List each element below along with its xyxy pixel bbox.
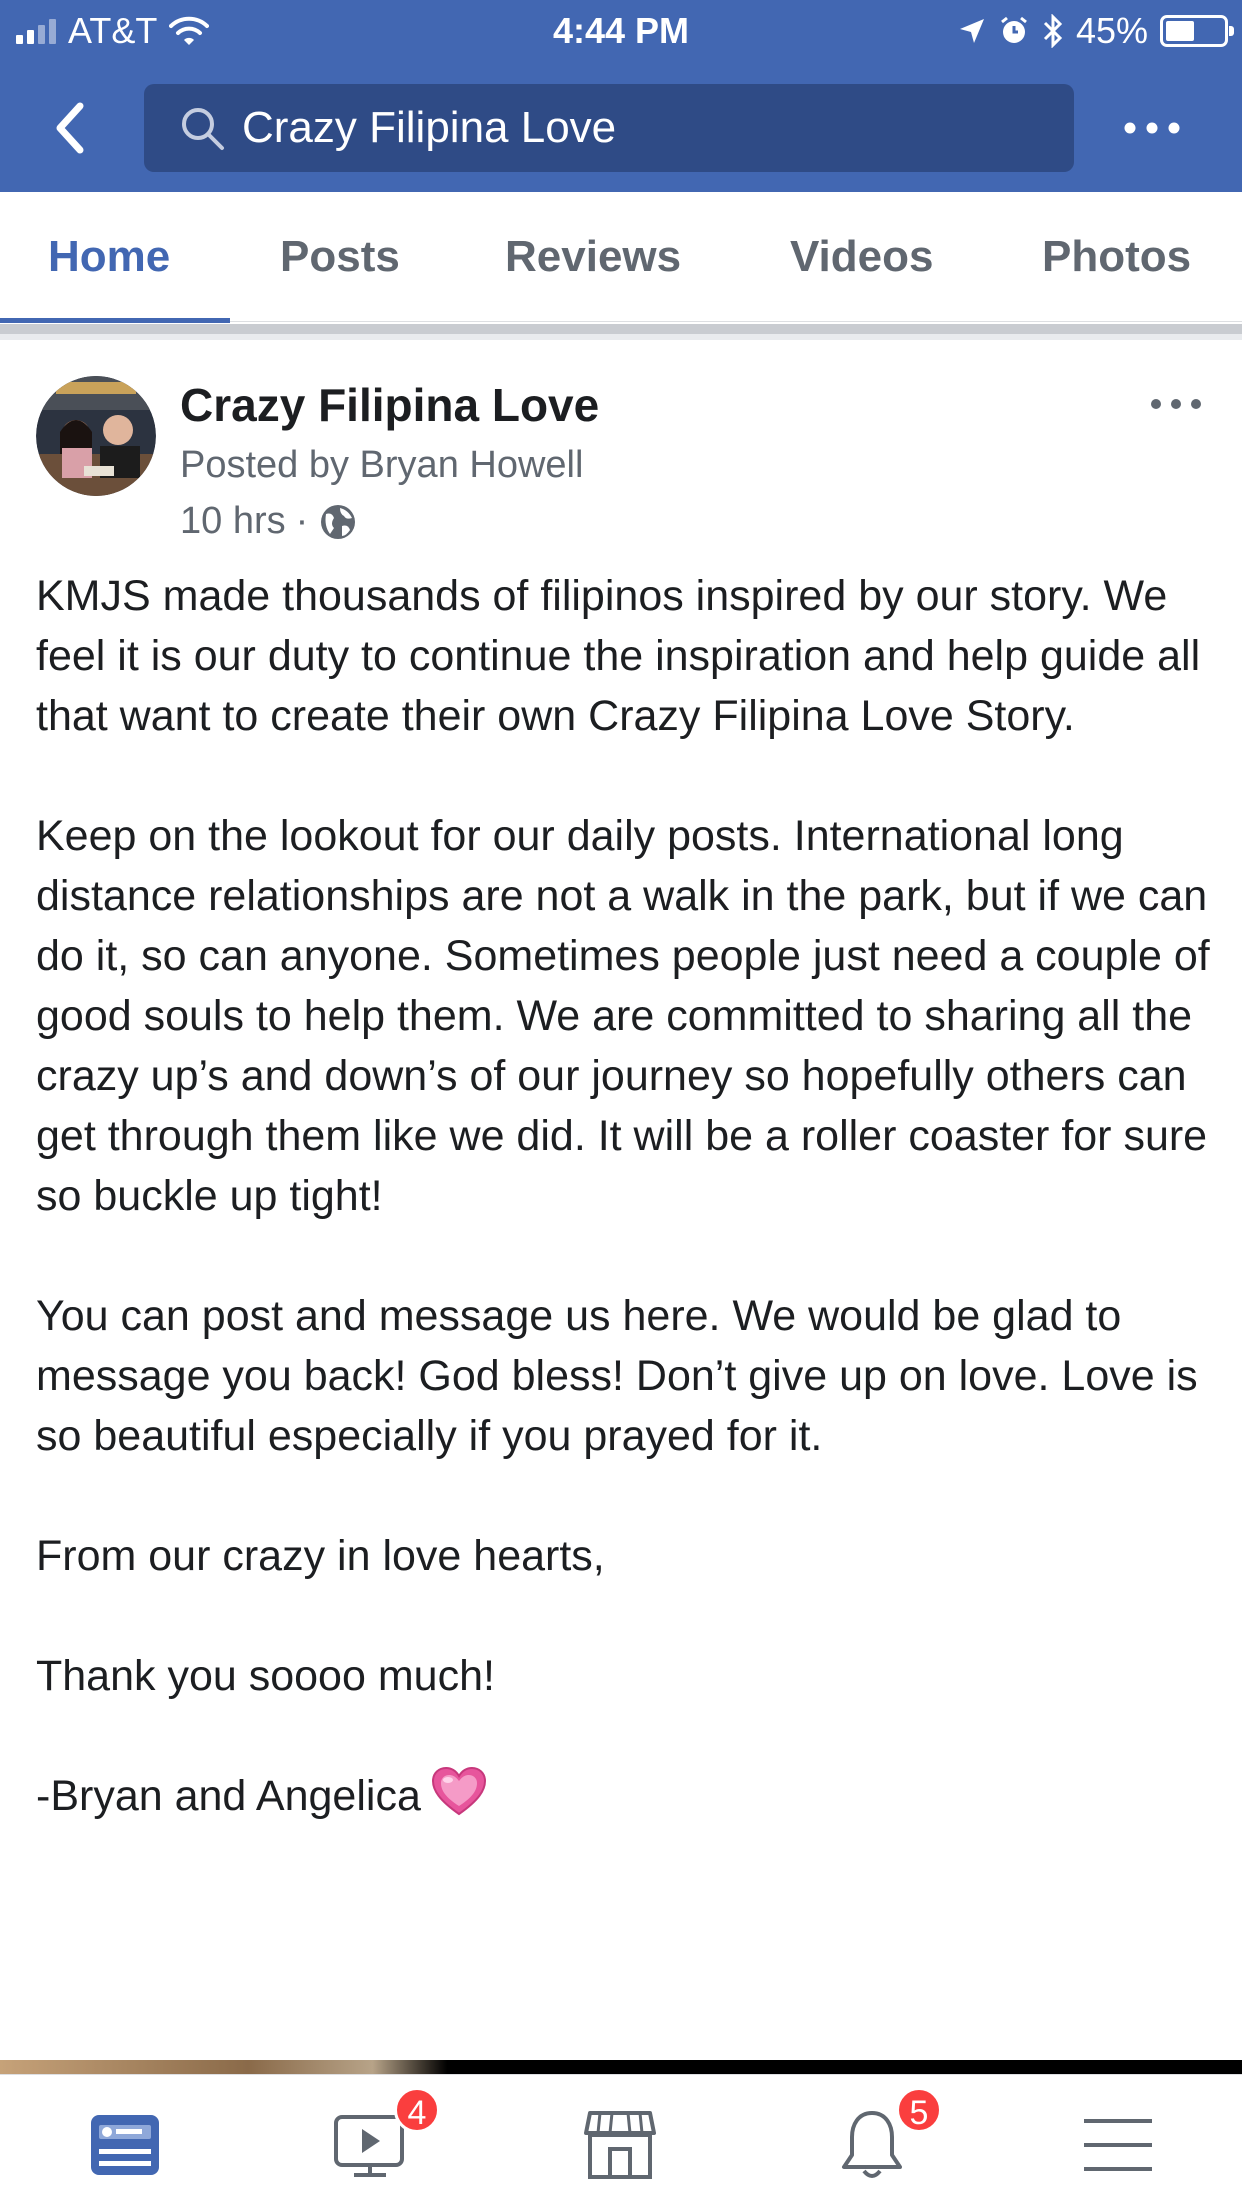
globe-icon (321, 504, 356, 539)
search-bar[interactable]: Crazy Filipina Love (144, 84, 1074, 172)
meta-separator: · (295, 500, 309, 542)
post-meta: 10 hrs · (180, 500, 358, 543)
post-signature: -Bryan and Angelica (36, 1766, 1216, 1826)
nav-notifications[interactable]: 5 (832, 2087, 942, 2185)
avatar[interactable] (36, 376, 156, 496)
post-card: Crazy Filipina Love Posted by Bryan Howe… (0, 340, 1242, 2060)
tab-reviews[interactable]: Reviews (505, 232, 681, 282)
tab-photos[interactable]: Photos (1042, 232, 1191, 282)
tab-videos[interactable]: Videos (790, 232, 933, 282)
nav-news-feed[interactable] (85, 2105, 165, 2185)
post-time[interactable]: 10 hrs (180, 500, 286, 543)
marketplace-icon (584, 2111, 656, 2179)
nav-row: Crazy Filipina Love (0, 78, 1242, 178)
pink-heart-emoji-icon (431, 1766, 486, 1816)
bottom-nav: 4 5 (0, 2074, 1242, 2208)
menu-icon (1084, 2119, 1152, 2171)
page-tabs: Home Posts Reviews Videos Photos (0, 192, 1242, 322)
post-paragraph: KMJS made thousands of filipinos inspire… (36, 572, 1201, 740)
nav-menu[interactable] (1078, 2105, 1158, 2185)
active-tab-indicator (0, 318, 230, 323)
news-feed-icon (91, 2115, 159, 2175)
post-body: KMJS made thousands of filipinos inspire… (36, 566, 1216, 1826)
post-paragraph: From our crazy in love hearts, (36, 1532, 605, 1580)
nav-marketplace[interactable] (580, 2105, 660, 2185)
tab-posts[interactable]: Posts (280, 232, 400, 282)
top-bar: AT&T 4:44 PM 45% Crazy Filipina Love (0, 0, 1242, 192)
tab-home[interactable]: Home (48, 232, 170, 282)
battery-percent: 45% (1075, 10, 1148, 51)
post-options-icon[interactable] (1146, 392, 1206, 416)
back-button[interactable] (40, 92, 100, 164)
search-text: Crazy Filipina Love (242, 103, 617, 152)
post-paragraph: You can post and message us here. We wou… (36, 1292, 1198, 1460)
battery-icon (1160, 15, 1234, 47)
nav-watch[interactable]: 4 (330, 2087, 440, 2185)
post-author: Posted by Bryan Howell (180, 444, 584, 486)
bluetooth-icon (1043, 14, 1063, 48)
more-options-icon[interactable] (1112, 108, 1192, 148)
section-divider (0, 324, 1242, 340)
notifications-badge: 5 (896, 2087, 942, 2133)
next-post-image-edge (0, 2060, 1242, 2074)
location-arrow-icon (959, 19, 984, 43)
post-paragraph: Thank you soooo much! (36, 1652, 495, 1700)
signature-text: -Bryan and Angelica (36, 1772, 421, 1820)
post-paragraph: Keep on the lookout for our daily posts.… (36, 812, 1210, 1220)
watch-badge: 4 (394, 2087, 440, 2133)
status-bar: AT&T 4:44 PM 45% (0, 0, 1242, 62)
search-icon (182, 108, 224, 150)
post-page-name[interactable]: Crazy Filipina Love (180, 378, 599, 432)
alarm-icon (1001, 16, 1027, 43)
